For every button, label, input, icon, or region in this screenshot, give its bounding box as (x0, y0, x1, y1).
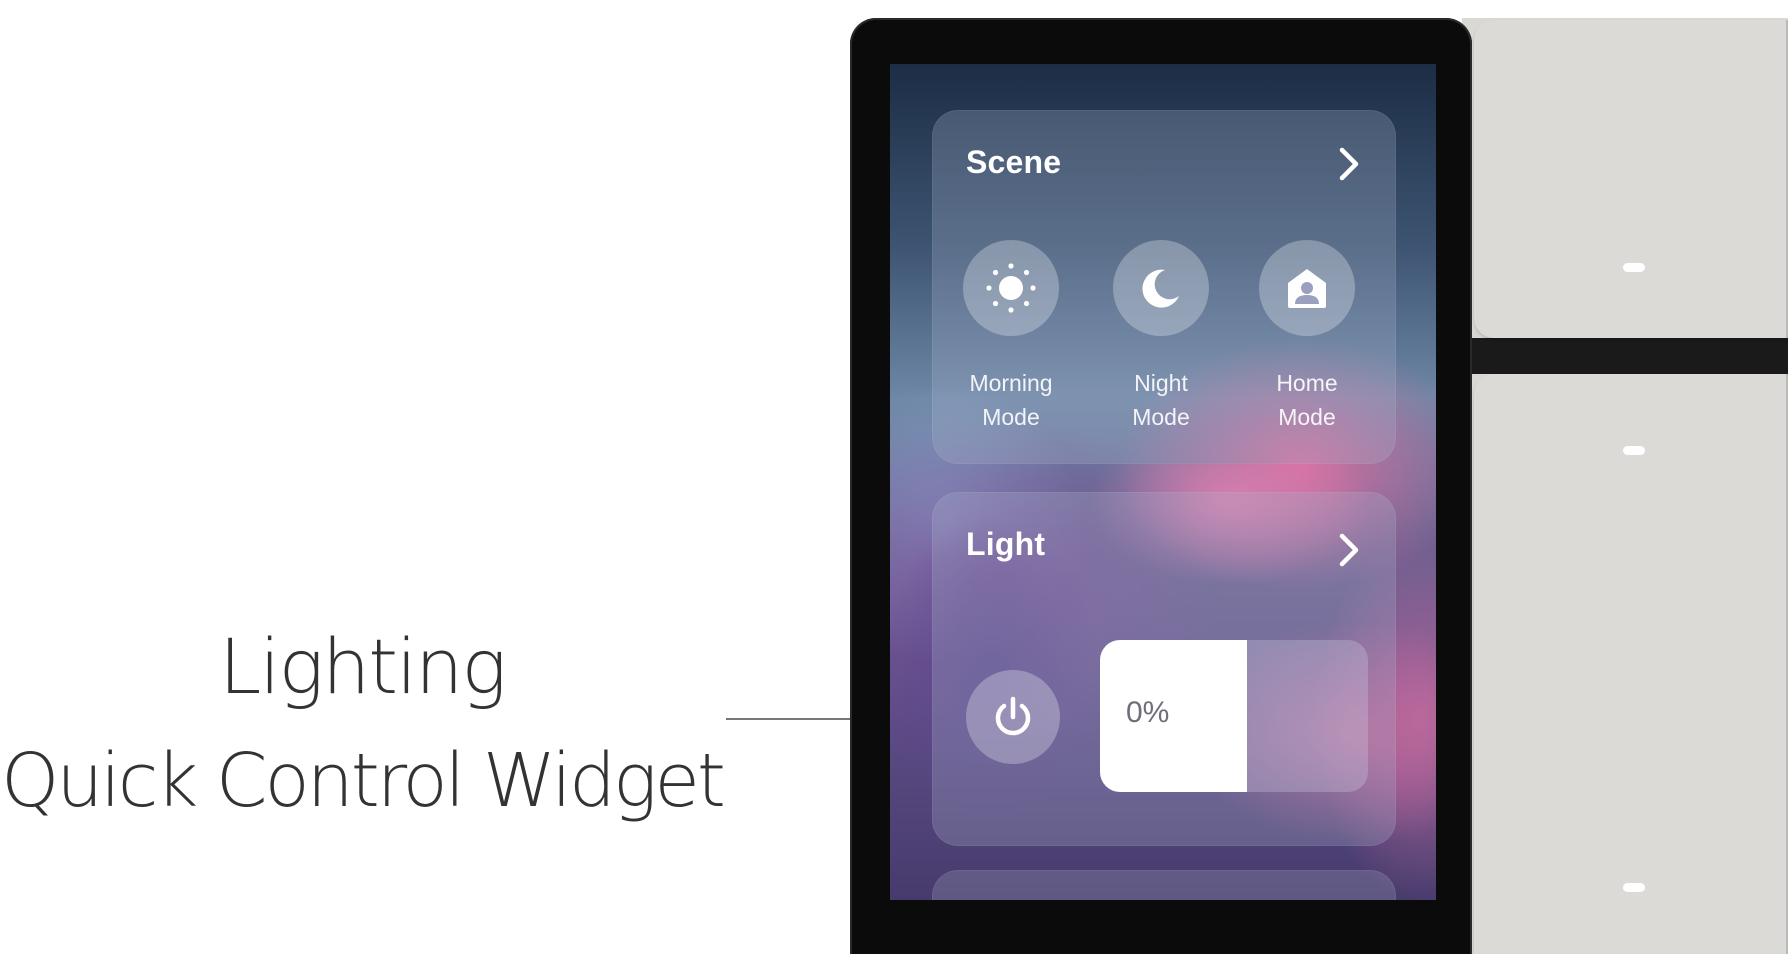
power-icon (995, 696, 1031, 736)
light-card-chevron-right-icon[interactable] (1334, 530, 1364, 570)
brightness-slider-fill (1100, 640, 1247, 792)
physical-button-bottom-indicator-upper (1623, 446, 1645, 455)
light-card-title: Light (966, 526, 1046, 562)
stage: Lighting Quick Control Widget Scene Morn… (0, 0, 1788, 954)
callout-title-line1: Lighting (219, 622, 507, 711)
smart-panel-device: Scene Morning Mode Night Mode Home Mode … (850, 18, 1472, 954)
scene-card-chevron-right-icon[interactable] (1334, 144, 1364, 184)
scene-card: Scene Morning Mode Night Mode Home Mode (932, 110, 1396, 464)
physical-button-gap (1462, 338, 1788, 374)
physical-button-top[interactable] (1474, 20, 1788, 338)
physical-button-bottom-indicator-lower (1623, 883, 1645, 892)
light-card: Light 0% (932, 492, 1396, 846)
physical-button-bottom[interactable] (1474, 374, 1788, 954)
scene-night-mode-label: Night Mode (1132, 370, 1190, 430)
feature-callout: Lighting Quick Control Widget (0, 610, 726, 838)
scene-morning-mode-label: Morning Mode (969, 370, 1053, 430)
callout-title-line2: Quick Control Widget (1, 738, 726, 824)
moon-icon (1113, 240, 1209, 336)
scene-morning-mode[interactable]: Morning Mode (946, 240, 1076, 434)
next-card-partial (932, 870, 1396, 900)
scene-home-mode[interactable]: Home Mode (1242, 240, 1372, 434)
sun-icon (963, 240, 1059, 336)
home-person-icon (1259, 240, 1355, 336)
scene-night-mode[interactable]: Night Mode (1096, 240, 1226, 434)
touch-screen: Scene Morning Mode Night Mode Home Mode … (890, 64, 1436, 900)
brightness-slider[interactable]: 0% (1100, 640, 1368, 792)
brightness-value: 0% (1126, 696, 1170, 729)
physical-button-top-indicator (1623, 263, 1645, 272)
scene-card-title: Scene (966, 144, 1062, 180)
scene-home-mode-label: Home Mode (1276, 370, 1338, 430)
light-power-button[interactable] (966, 670, 1060, 764)
